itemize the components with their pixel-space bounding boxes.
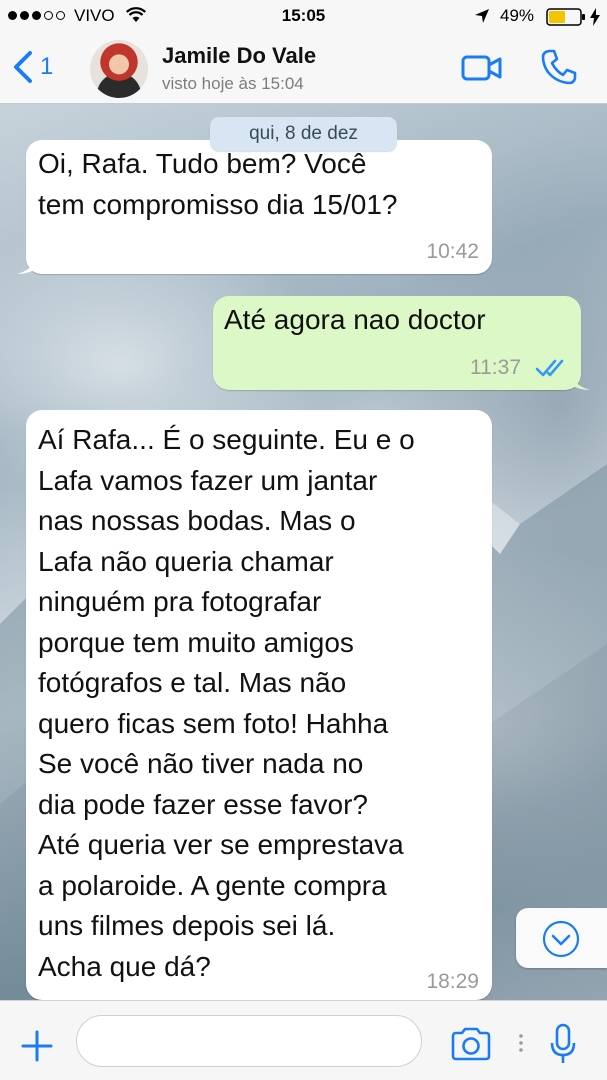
voice-message-button[interactable] bbox=[549, 1023, 577, 1070]
voice-call-button[interactable] bbox=[540, 48, 578, 91]
chevron-left-icon bbox=[14, 51, 32, 83]
read-receipt-icon bbox=[535, 358, 569, 383]
contact-name[interactable]: Jamile Do Vale bbox=[162, 43, 316, 69]
scroll-to-bottom-button[interactable] bbox=[516, 908, 607, 968]
chat-header: 1 Jamile Do Vale visto hoje às 15:04 bbox=[0, 34, 607, 104]
message-time: 11:37 bbox=[470, 356, 521, 379]
status-bar: VIVO 15:05 49% bbox=[0, 0, 607, 34]
bubble-tail bbox=[17, 256, 37, 274]
message-text: Aí Rafa... É o seguinte. Eu e o Lafa vam… bbox=[38, 424, 415, 982]
date-separator: qui, 8 de dez bbox=[210, 117, 397, 151]
bubble-tail bbox=[570, 372, 590, 390]
plus-icon bbox=[21, 1030, 53, 1062]
camera-button[interactable] bbox=[450, 1027, 492, 1066]
charging-bolt-icon bbox=[589, 8, 601, 31]
message-text: Até agora nao doctor bbox=[224, 304, 486, 335]
unread-count: 1 bbox=[40, 53, 54, 80]
attach-button[interactable] bbox=[20, 1029, 54, 1068]
battery-icon bbox=[546, 8, 586, 31]
video-call-button[interactable] bbox=[461, 54, 503, 87]
divider-dots bbox=[518, 1033, 524, 1058]
back-button[interactable]: 1 bbox=[10, 50, 53, 84]
message-input[interactable] bbox=[76, 1015, 422, 1067]
location-arrow-icon bbox=[474, 8, 490, 29]
phone-icon bbox=[541, 49, 577, 85]
message-input-bar bbox=[0, 1000, 607, 1080]
incoming-message[interactable]: Oi, Rafa. Tudo bem? Você tem compromisso… bbox=[17, 140, 492, 274]
video-camera-icon bbox=[461, 55, 502, 81]
last-seen-status: visto hoje às 15:04 bbox=[162, 74, 304, 93]
message-time: 10:42 bbox=[426, 240, 479, 263]
battery-percentage: 49% bbox=[500, 6, 535, 25]
outgoing-message[interactable]: Até agora nao doctor 11:37 bbox=[213, 296, 590, 390]
incoming-message[interactable]: Aí Rafa... É o seguinte. Eu e o Lafa vam… bbox=[26, 410, 492, 1000]
chevron-down-circle-icon bbox=[542, 920, 580, 958]
avatar[interactable] bbox=[90, 40, 148, 98]
camera-icon bbox=[451, 1027, 491, 1061]
message-time: 18:29 bbox=[426, 970, 479, 993]
message-text: Oi, Rafa. Tudo bem? Você tem compromisso… bbox=[38, 148, 398, 220]
microphone-icon bbox=[550, 1023, 576, 1063]
